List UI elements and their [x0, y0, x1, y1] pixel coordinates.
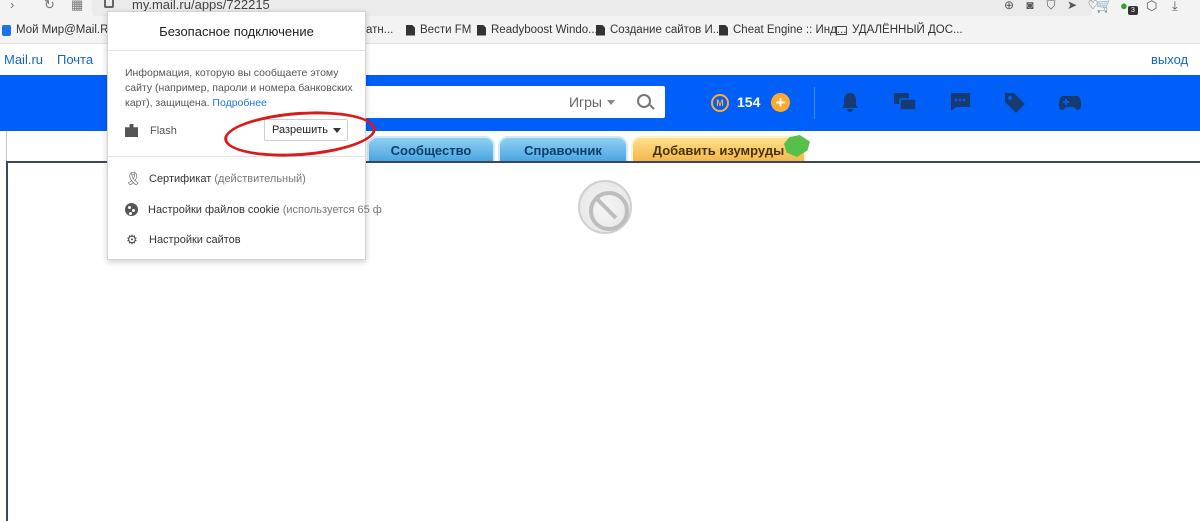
- download-icon[interactable]: ⤓: [1172, 0, 1178, 14]
- add-coins-button[interactable]: +: [771, 93, 790, 112]
- bookmark-item[interactable]: Создание сайтов И...: [596, 24, 722, 36]
- divider: [6, 131, 7, 161]
- extension-badge: 3: [1128, 6, 1138, 15]
- tabs-grid-icon[interactable]: ▦: [71, 0, 83, 11]
- message-icon[interactable]: [948, 91, 972, 113]
- puzzle-icon: [125, 124, 138, 137]
- search-scope-dropdown[interactable]: Игры: [569, 94, 615, 110]
- flash-label: Flash: [150, 125, 177, 137]
- tab-community[interactable]: Сообщество: [367, 136, 495, 163]
- bell-icon[interactable]: [838, 91, 862, 113]
- bookmark-item[interactable]: Readyboost Windo...: [477, 24, 598, 36]
- folder-icon: [836, 25, 847, 35]
- file-icon: [477, 24, 486, 36]
- bookmark-item[interactable]: Вести FM: [406, 24, 471, 36]
- search-input[interactable]: Игры: [360, 86, 665, 118]
- divider: [108, 156, 365, 157]
- cookie-settings-item[interactable]: Настройки файлов cookie (используется 65…: [125, 203, 382, 216]
- more-link[interactable]: Подробнее: [212, 97, 266, 109]
- divider: [814, 87, 815, 119]
- extension-check-icon[interactable]: ●: [1120, 0, 1128, 13]
- tab-add-emeralds[interactable]: Добавить изумруды: [631, 136, 806, 163]
- send-icon[interactable]: ➤: [1065, 0, 1079, 12]
- mailru-link[interactable]: Mail.ru: [4, 52, 43, 67]
- zoom-icon[interactable]: ⊕: [1002, 0, 1016, 12]
- popup-description: Информация, которую вы сообщаете этому с…: [125, 67, 353, 109]
- gamepad-icon[interactable]: [1058, 91, 1082, 113]
- chats-icon[interactable]: [893, 91, 917, 113]
- logout-link[interactable]: выход: [1151, 52, 1188, 67]
- popup-title: Безопасное подключение: [159, 24, 314, 39]
- tag-icon[interactable]: [1003, 91, 1027, 113]
- shield-icon[interactable]: ⛉: [1044, 0, 1058, 12]
- file-icon: [406, 24, 415, 36]
- lock-icon[interactable]: [104, 0, 114, 8]
- camera-icon[interactable]: ◙: [1023, 0, 1037, 12]
- caret-down-icon: [607, 99, 615, 105]
- cart-icon[interactable]: 🛒: [1096, 0, 1112, 14]
- tab-handbook[interactable]: Справочник: [498, 136, 628, 163]
- pochta-link[interactable]: Почта: [57, 52, 93, 67]
- forward-icon[interactable]: ›: [10, 0, 14, 11]
- coin-icon: M: [711, 94, 729, 112]
- file-icon: [719, 24, 728, 36]
- file-icon: [596, 24, 605, 36]
- bookmark-item[interactable]: атн...: [366, 24, 393, 36]
- reload-icon[interactable]: ↻: [44, 0, 55, 11]
- cube-icon[interactable]: ⬡: [1146, 0, 1157, 14]
- divider: [108, 50, 365, 51]
- bookmark-item[interactable]: Мой Мир@Mail.Ru: [2, 24, 115, 36]
- site-settings-item[interactable]: ⚙ Настройки сайтов: [125, 232, 240, 247]
- certificate-icon: 🎗: [125, 171, 142, 186]
- bookmark-item[interactable]: Cheat Engine :: Инд...: [719, 24, 846, 36]
- plugin-blocked-icon[interactable]: [578, 180, 632, 234]
- coins-count: 154: [737, 94, 761, 110]
- certificate-item[interactable]: 🎗 Сертификат (действительный): [125, 172, 306, 186]
- cookie-icon: [125, 203, 138, 216]
- search-icon[interactable]: [637, 94, 651, 108]
- mail-icon: [2, 24, 11, 36]
- bookmark-item[interactable]: УДАЛЁННЫЙ ДОС...: [836, 24, 963, 36]
- gear-icon: ⚙: [126, 232, 138, 247]
